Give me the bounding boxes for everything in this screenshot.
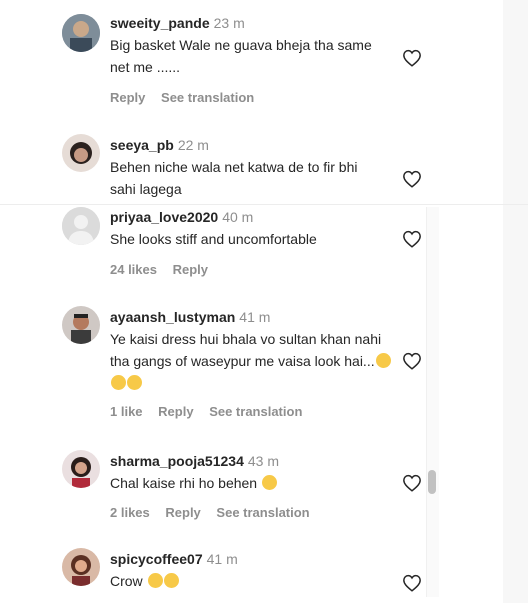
likes-count[interactable]: 1 like	[110, 404, 143, 419]
comment-body: spicycoffee07 41 m Crow	[110, 550, 400, 592]
see-translation-button[interactable]: See translation	[216, 505, 309, 520]
username[interactable]: ayaansh_lustyman	[110, 309, 235, 325]
comment-body: sweeity_pande 23 m Big basket Wale ne gua…	[110, 14, 400, 78]
username[interactable]: sharma_pooja51234	[110, 453, 244, 469]
see-translation-button[interactable]: See translation	[161, 90, 254, 105]
comment-actions: 24 likes Reply	[110, 262, 220, 277]
see-translation-button[interactable]: See translation	[209, 404, 302, 419]
comment-body: seeya_pb 22 m Behen niche wala net katwa …	[110, 136, 400, 200]
comment-text: Behen niche wala net katwa de to fir bhi…	[110, 159, 358, 197]
comment-text: Big basket Wale ne guava bheja tha same …	[110, 37, 372, 75]
comment-actions: Reply See translation	[110, 90, 266, 105]
comment-actions: 1 like Reply See translation	[110, 404, 314, 419]
username[interactable]: seeya_pb	[110, 137, 174, 153]
heart-outline-icon[interactable]	[402, 230, 422, 248]
reply-button[interactable]: Reply	[110, 90, 145, 105]
avatar[interactable]	[62, 207, 100, 245]
heart-outline-icon[interactable]	[402, 474, 422, 492]
likes-count[interactable]: 24 likes	[110, 262, 157, 277]
avatar[interactable]	[62, 14, 100, 52]
timestamp: 41 m	[239, 309, 271, 325]
comment-actions: 2 likes Reply See translation	[110, 505, 322, 520]
comment-text: Chal kaise rhi ho behen	[110, 475, 258, 491]
heart-outline-icon[interactable]	[402, 574, 422, 592]
avatar[interactable]	[62, 134, 100, 172]
laughing-emoji-icon	[147, 573, 179, 589]
username[interactable]: sweeity_pande	[110, 15, 210, 31]
heart-outline-icon[interactable]	[402, 352, 422, 370]
comment-text: She looks stiff and uncomfortable	[110, 231, 317, 247]
timestamp: 41 m	[206, 551, 238, 567]
comment-text: Ye kaisi dress hui bhala vo sultan khan …	[110, 331, 382, 369]
reply-button[interactable]: Reply	[173, 262, 208, 277]
comment-body: ayaansh_lustyman 41 m Ye kaisi dress hui …	[110, 308, 400, 394]
scrollbar-thumb[interactable]	[428, 470, 436, 494]
avatar[interactable]	[62, 450, 100, 488]
page-edge	[503, 0, 528, 603]
laughing-emoji-icon	[262, 475, 277, 490]
username[interactable]: spicycoffee07	[110, 551, 203, 567]
timestamp: 43 m	[247, 453, 279, 469]
timestamp: 22 m	[177, 137, 209, 153]
username[interactable]: priyaa_love2020	[110, 209, 218, 225]
scrollbar-track[interactable]	[426, 207, 439, 597]
comment-body: sharma_pooja51234 43 m Chal kaise rhi ho …	[110, 452, 400, 494]
avatar[interactable]	[62, 548, 100, 586]
timestamp: 40 m	[222, 209, 254, 225]
heart-outline-icon[interactable]	[402, 49, 422, 67]
avatar[interactable]	[62, 306, 100, 344]
heart-outline-icon[interactable]	[402, 170, 422, 188]
reply-button[interactable]: Reply	[158, 404, 193, 419]
section-divider	[0, 204, 528, 205]
comment-text: Crow	[110, 573, 143, 589]
likes-count[interactable]: 2 likes	[110, 505, 150, 520]
comment-body: priyaa_love2020 40 m She looks stiff and …	[110, 208, 400, 250]
reply-button[interactable]: Reply	[165, 505, 200, 520]
timestamp: 23 m	[213, 15, 245, 31]
